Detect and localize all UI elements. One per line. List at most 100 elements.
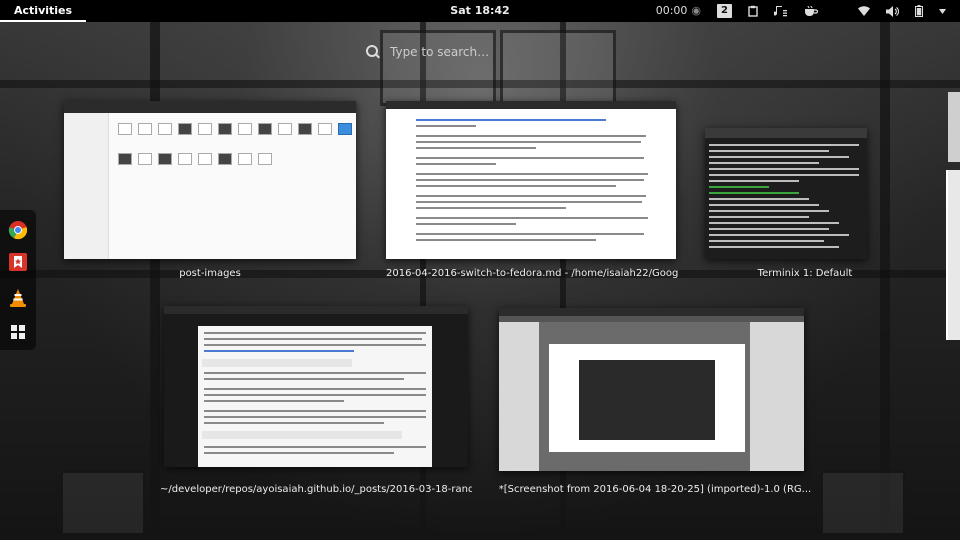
file-icon xyxy=(158,153,172,165)
text-line xyxy=(204,410,426,412)
terminal-line xyxy=(709,174,859,176)
window-editor[interactable] xyxy=(386,101,676,259)
window-caption-gimp[interactable]: *[Screenshot from 2016-06-04 18-20-25] (… xyxy=(495,484,815,495)
bookmark-app-icon[interactable] xyxy=(8,252,28,272)
chrome-icon[interactable] xyxy=(8,220,28,240)
file-icon xyxy=(178,123,192,135)
record-icon: ◉ xyxy=(691,4,702,17)
terminal-line xyxy=(709,162,819,164)
text-line xyxy=(204,394,426,396)
text-line xyxy=(204,446,426,448)
file-icon xyxy=(158,123,172,135)
vlc-icon[interactable] xyxy=(8,288,28,308)
window-gimp[interactable] xyxy=(499,308,804,471)
text-line xyxy=(416,185,616,187)
text-line xyxy=(416,119,606,121)
bg-pole xyxy=(880,22,890,540)
terminal-line xyxy=(709,246,839,248)
text-line xyxy=(416,173,648,175)
file-icon xyxy=(298,123,312,135)
workspace-switcher xyxy=(946,90,960,340)
file-icon xyxy=(238,153,252,165)
terminal-line xyxy=(709,150,829,152)
terminal-line xyxy=(709,144,859,146)
text-line xyxy=(204,332,426,334)
text-line xyxy=(416,141,641,143)
terminal-line xyxy=(709,192,799,194)
file-icon xyxy=(258,123,272,135)
text-line xyxy=(204,350,354,352)
text-line xyxy=(204,422,384,424)
window-caption-terminal[interactable]: Terminix 1: Default xyxy=(705,268,905,279)
window-caption-editor-2[interactable]: ~/developer/repos/ayoisaiah.github.io/_p… xyxy=(160,484,472,495)
terminal-line xyxy=(709,180,799,182)
file-icon xyxy=(118,123,132,135)
terminal-line xyxy=(709,210,829,212)
window-files[interactable] xyxy=(64,101,356,259)
workspace-indicator[interactable]: 2 xyxy=(709,0,740,22)
window-editor-2[interactable] xyxy=(164,306,468,467)
file-icon xyxy=(138,153,152,165)
system-menu-arrow-icon[interactable] xyxy=(931,0,954,22)
window-titlebar xyxy=(164,306,468,314)
terminal-line xyxy=(709,222,839,224)
terminal-line xyxy=(709,228,829,230)
file-icon xyxy=(178,153,192,165)
battery-icon[interactable] xyxy=(907,0,931,22)
file-icon xyxy=(138,123,152,135)
terminal-line xyxy=(709,198,809,200)
text-line xyxy=(204,400,344,402)
clipboard-icon[interactable] xyxy=(740,0,766,22)
file-icon xyxy=(218,123,232,135)
volume-icon[interactable] xyxy=(878,0,907,22)
workspace-thumb[interactable] xyxy=(948,92,960,162)
file-icon xyxy=(118,153,132,165)
bg-window xyxy=(820,470,906,536)
gimp-dock xyxy=(750,322,804,471)
search-bar xyxy=(366,42,594,62)
search-icon xyxy=(366,45,380,59)
terminal-line xyxy=(709,204,819,206)
canvas-image xyxy=(579,360,715,440)
bg-window xyxy=(60,470,146,536)
workspace-thumb-active[interactable] xyxy=(946,170,960,340)
app-grid-icon[interactable] xyxy=(8,322,28,342)
terminal-line xyxy=(709,240,824,242)
file-icon xyxy=(318,123,332,135)
text-line xyxy=(416,163,496,165)
window-caption-files[interactable]: post-images xyxy=(64,268,356,279)
text-line xyxy=(416,179,644,181)
files-sidebar xyxy=(64,113,109,259)
window-terminal[interactable] xyxy=(705,128,867,259)
wifi-icon[interactable] xyxy=(850,0,878,22)
window-titlebar xyxy=(64,101,356,113)
text-line xyxy=(416,217,648,219)
clock[interactable]: Sat 18:42 xyxy=(450,4,509,17)
tray-spacer xyxy=(826,0,850,22)
file-icon xyxy=(218,153,232,165)
window-titlebar xyxy=(386,101,676,109)
text-line xyxy=(204,416,426,418)
text-line xyxy=(204,452,394,454)
activities-button[interactable]: Activities xyxy=(0,0,87,22)
text-line xyxy=(204,338,422,340)
window-titlebar xyxy=(499,308,804,316)
timer-indicator[interactable]: 00:00 ◉ xyxy=(648,0,709,22)
text-line xyxy=(416,233,644,235)
terminal-line xyxy=(709,234,849,236)
search-input[interactable] xyxy=(388,44,582,60)
dash xyxy=(0,210,36,350)
file-icon xyxy=(278,123,292,135)
music-icon[interactable] xyxy=(766,0,796,22)
text-line xyxy=(204,388,426,390)
window-caption-editor[interactable]: 2016-04-2016-switch-to-fedora.md - /home… xyxy=(386,268,678,279)
text-line xyxy=(416,201,642,203)
file-icon xyxy=(198,153,212,165)
coffee-icon[interactable] xyxy=(796,0,826,22)
bg-pole xyxy=(150,22,160,540)
file-icon xyxy=(258,153,272,165)
file-icon xyxy=(238,123,252,135)
file-icon xyxy=(198,123,212,135)
terminal-line xyxy=(709,168,859,170)
top-bar: Activities Sat 18:42 00:00 ◉ 2 xyxy=(0,0,960,22)
